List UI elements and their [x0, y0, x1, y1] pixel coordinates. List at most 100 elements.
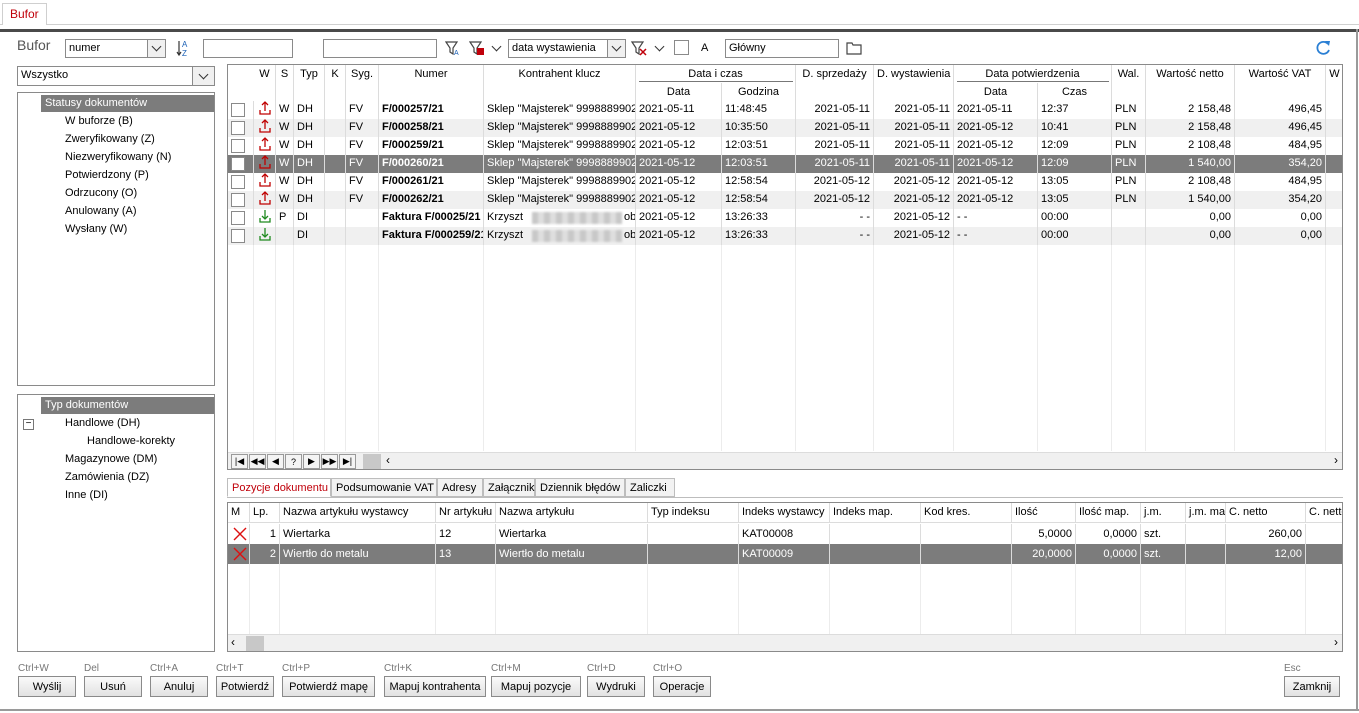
- prev-record-button[interactable]: ◀: [267, 454, 284, 469]
- column-header-w[interactable]: W: [254, 65, 276, 101]
- row-checkbox[interactable]: [231, 139, 245, 153]
- column-header-potw-czas[interactable]: Czas: [1038, 83, 1112, 101]
- column-header[interactable]: Syg.: [346, 65, 379, 101]
- row-checkbox[interactable]: [231, 175, 245, 189]
- column-header[interactable]: Typ: [294, 65, 325, 101]
- status-item[interactable]: Wysłany (W): [65, 223, 127, 235]
- map-positions-button[interactable]: Mapuj pozycje: [491, 676, 581, 697]
- next-page-button[interactable]: ▶▶: [321, 454, 338, 469]
- next-record-button[interactable]: ▶: [303, 454, 320, 469]
- chevron-down-icon[interactable]: [147, 40, 165, 57]
- scrollbar-thumb[interactable]: [246, 636, 264, 651]
- folder-icon[interactable]: [845, 39, 863, 57]
- position-column-header[interactable]: M: [228, 503, 250, 523]
- column-header[interactable]: Wartość VAT: [1235, 65, 1326, 101]
- send-button[interactable]: Wyślij: [18, 676, 76, 697]
- detail-tab[interactable]: Podsumowanie VAT: [331, 478, 437, 497]
- position-row[interactable]: 2 Wiertło do metalu 13 Wiertło do metalu KAT…: [228, 544, 1342, 564]
- search-field-select[interactable]: numer: [65, 39, 166, 58]
- collapse-toggle[interactable]: −: [23, 419, 34, 430]
- delete-button[interactable]: Usuń: [84, 676, 142, 697]
- position-column-header[interactable]: Indeks map.: [830, 503, 921, 523]
- column-header[interactable]: Wal.: [1112, 65, 1146, 101]
- print-button[interactable]: Wydruki: [587, 676, 645, 697]
- search-input[interactable]: [203, 39, 293, 58]
- detail-tab[interactable]: Załączniki: [483, 478, 537, 497]
- scrollbar-thumb[interactable]: [363, 454, 381, 469]
- status-item[interactable]: Anulowany (A): [65, 205, 137, 217]
- operations-button[interactable]: Operacje: [653, 676, 711, 697]
- detail-tab[interactable]: Pozycje dokumentu: [227, 478, 331, 497]
- filter-calendar-icon[interactable]: [468, 38, 486, 58]
- table-row[interactable]: W DH FV F/000261/21 Sklep "Majsterek" 999888…: [228, 173, 1342, 191]
- refresh-icon[interactable]: [1313, 38, 1333, 58]
- delete-x-icon[interactable]: [233, 524, 247, 544]
- detail-tab[interactable]: Zaliczki: [625, 478, 675, 497]
- filter-clear-icon[interactable]: [630, 38, 648, 58]
- first-record-button[interactable]: |◀: [231, 454, 248, 469]
- position-grid-scrollbar[interactable]: ‹ ›: [228, 634, 1342, 651]
- position-column-header[interactable]: Lp.: [250, 503, 280, 523]
- row-checkbox[interactable]: [231, 211, 245, 225]
- column-header[interactable]: Kontrahent klucz: [484, 65, 636, 101]
- table-row[interactable]: P DI Faktura F/00025/21 Krzyszt ob 2021-05-12…: [228, 209, 1342, 227]
- chevron-down-icon[interactable]: [192, 67, 214, 85]
- position-column-header[interactable]: Indeks wystawcy: [739, 503, 830, 523]
- confirm-map-button[interactable]: Potwierdź mapę: [282, 676, 375, 697]
- column-header[interactable]: Numer: [379, 65, 484, 101]
- row-checkbox[interactable]: [231, 121, 245, 135]
- row-checkbox[interactable]: [231, 229, 245, 243]
- scroll-left-icon[interactable]: ‹: [386, 453, 390, 467]
- tab-bufor[interactable]: Bufor: [2, 3, 47, 25]
- scroll-right-icon[interactable]: ›: [1334, 453, 1338, 467]
- delete-x-icon[interactable]: [233, 544, 247, 564]
- table-row[interactable]: W DH FV F/000259/21 Sklep "Majsterek" 999888…: [228, 137, 1342, 155]
- position-column-header[interactable]: j.m.: [1141, 503, 1186, 523]
- column-header[interactable]: D. sprzedaży: [796, 65, 874, 101]
- column-header[interactable]: W: [1326, 65, 1342, 101]
- map-contractor-button[interactable]: Mapuj kontrahenta: [384, 676, 486, 697]
- scroll-left-icon[interactable]: ‹: [231, 635, 235, 649]
- table-row[interactable]: DI Faktura F/000259/21 Krzyszt ob 2021-05-12…: [228, 227, 1342, 245]
- position-column-header[interactable]: Ilość map.: [1076, 503, 1141, 523]
- filter-text-icon[interactable]: A: [444, 38, 462, 58]
- status-item[interactable]: Potwierdzony (P): [65, 169, 149, 181]
- column-header-data[interactable]: Data: [636, 83, 722, 101]
- help-button[interactable]: ?: [285, 454, 302, 469]
- detail-tab[interactable]: Dziennik błędów: [535, 478, 625, 497]
- chevron-down-icon[interactable]: [652, 38, 666, 58]
- sort-az-icon[interactable]: AZ: [175, 38, 195, 58]
- table-row[interactable]: W DH FV F/000262/21 Sklep "Majsterek" 999888…: [228, 191, 1342, 209]
- checkbox-a[interactable]: [674, 40, 689, 55]
- row-checkbox[interactable]: [231, 157, 245, 171]
- date-field-select[interactable]: data wystawienia: [508, 39, 626, 58]
- column-header[interactable]: S: [276, 65, 294, 101]
- column-header-potw-data[interactable]: Data: [954, 83, 1038, 101]
- status-item[interactable]: Zweryfikowany (Z): [65, 133, 155, 145]
- cancel-button[interactable]: Anuluj: [150, 676, 208, 697]
- chevron-down-icon[interactable]: [607, 40, 625, 57]
- status-item[interactable]: Niezweryfikowany (N): [65, 151, 171, 163]
- position-column-header[interactable]: Nazwa artykułu: [496, 503, 648, 523]
- column-header[interactable]: Wartość netto: [1146, 65, 1235, 101]
- scroll-right-icon[interactable]: ›: [1334, 635, 1338, 649]
- row-checkbox[interactable]: [231, 103, 245, 117]
- position-column-header[interactable]: C. netto: [1226, 503, 1306, 523]
- position-column-header[interactable]: Ilość: [1012, 503, 1076, 523]
- status-item[interactable]: W buforze (B): [65, 115, 133, 127]
- table-row[interactable]: W DH FV F/000257/21 Sklep "Majsterek" 999888…: [228, 101, 1342, 119]
- type-item[interactable]: Handlowe-korekty: [87, 435, 175, 447]
- position-column-header[interactable]: C. netto: [1306, 503, 1342, 523]
- document-filter-select[interactable]: Wszystko: [17, 66, 215, 86]
- detail-tab[interactable]: Adresy: [437, 478, 483, 497]
- chevron-down-icon[interactable]: [489, 38, 503, 58]
- type-item[interactable]: Magazynowe (DM): [65, 453, 157, 465]
- position-row[interactable]: 1 Wiertarka 12 Wiertarka KAT00008 5,0000 0,000…: [228, 524, 1342, 544]
- row-checkbox[interactable]: [231, 193, 245, 207]
- position-column-header[interactable]: Typ indeksu: [648, 503, 739, 523]
- table-row[interactable]: W DH FV F/000260/21 Sklep "Majsterek" 999888…: [228, 155, 1342, 173]
- prev-page-button[interactable]: ◀◀: [249, 454, 266, 469]
- warehouse-input[interactable]: Główny: [725, 39, 839, 58]
- type-item[interactable]: Inne (DI): [65, 489, 108, 501]
- column-header-godzina[interactable]: Godzina: [722, 83, 796, 101]
